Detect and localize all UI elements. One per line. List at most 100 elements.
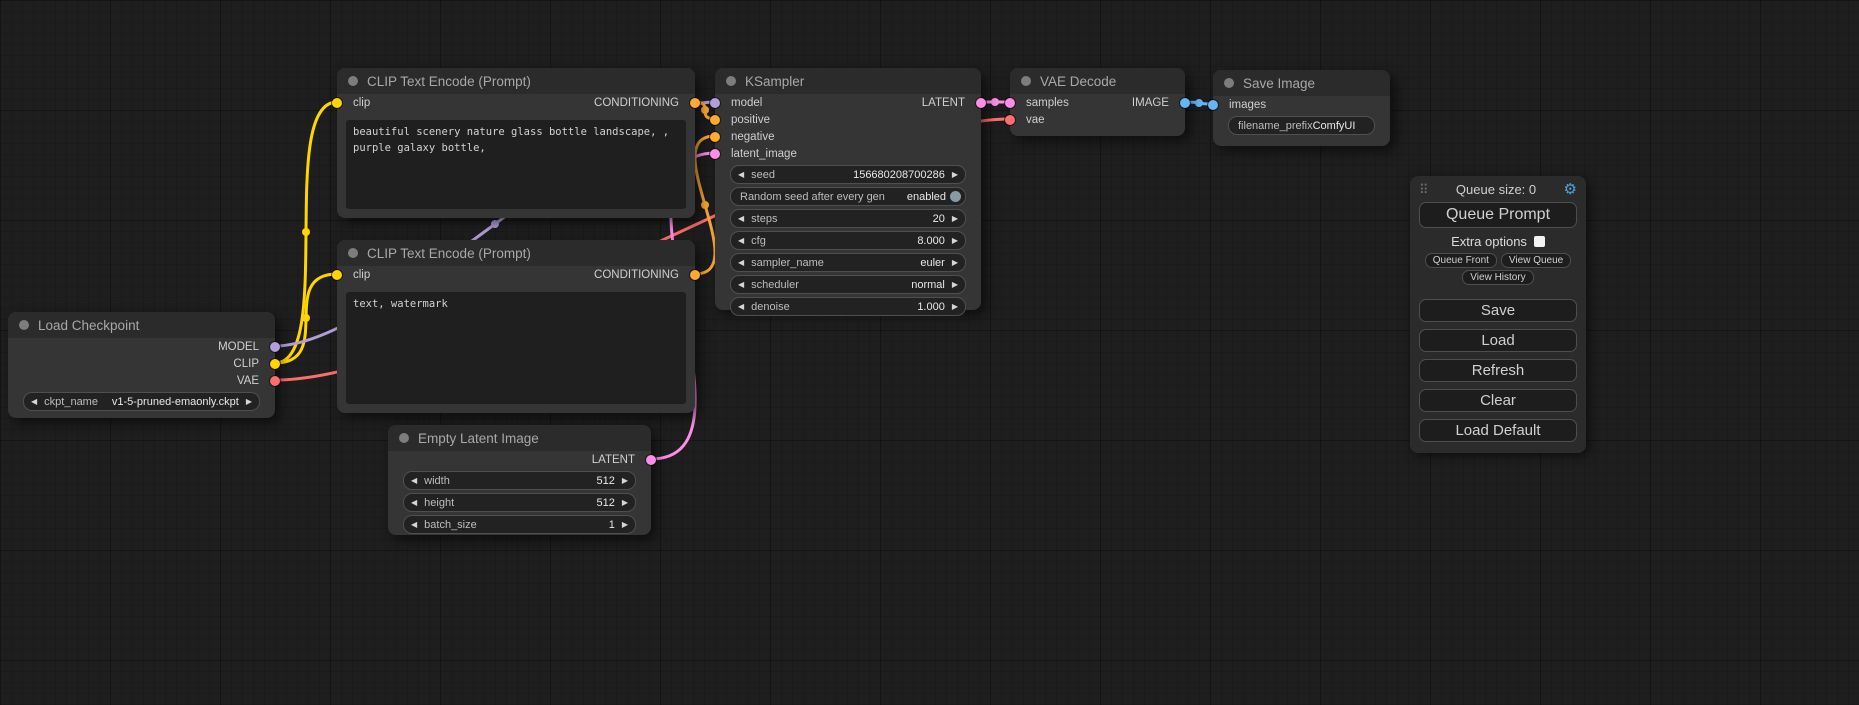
node-collapse-dot[interactable]: [348, 76, 358, 86]
node-title-bar[interactable]: VAE Decode: [1010, 68, 1185, 94]
prompt-textarea[interactable]: beautiful scenery nature glass bottle la…: [346, 120, 686, 209]
node-collapse-dot[interactable]: [19, 320, 29, 330]
node-empty-latent-image[interactable]: Empty Latent Image LATENT ◀ width 512 ▶ …: [388, 425, 651, 535]
increment-arrow-icon[interactable]: ▶: [246, 398, 252, 406]
node-title-bar[interactable]: CLIP Text Encode (Prompt): [337, 68, 695, 94]
clear-button[interactable]: Clear: [1419, 389, 1577, 412]
widget-name: filename_prefix: [1238, 120, 1313, 132]
decrement-arrow-icon[interactable]: ◀: [738, 215, 744, 223]
input-port-clip[interactable]: [332, 270, 342, 280]
extra-options-checkbox[interactable]: [1534, 236, 1545, 247]
widget-scheduler[interactable]: ◀ scheduler normal ▶: [730, 275, 966, 294]
widget-ckpt-name[interactable]: ◀ ckpt_name v1-5-pruned-emaonly.ckpt ▶: [23, 392, 260, 411]
view-queue-button[interactable]: View Queue: [1501, 253, 1571, 268]
load-button[interactable]: Load: [1419, 329, 1577, 352]
output-port-latent[interactable]: [976, 98, 986, 108]
widget-random-seed-toggle[interactable]: Random seed after every gen enabled: [730, 187, 966, 206]
decrement-arrow-icon[interactable]: ◀: [411, 499, 417, 507]
output-port-clip[interactable]: [270, 359, 280, 369]
widget-width[interactable]: ◀ width 512 ▶: [403, 471, 636, 490]
widget-denoise[interactable]: ◀ denoise 1.000 ▶: [730, 297, 966, 316]
increment-arrow-icon[interactable]: ▶: [952, 303, 958, 311]
output-label-conditioning: CONDITIONING: [594, 269, 679, 281]
node-collapse-dot[interactable]: [726, 76, 736, 86]
output-port-image[interactable]: [1180, 98, 1190, 108]
refresh-button[interactable]: Refresh: [1419, 359, 1577, 382]
widget-batch-size[interactable]: ◀ batch_size 1 ▶: [403, 515, 636, 534]
widget-sampler-name[interactable]: ◀ sampler_name euler ▶: [730, 253, 966, 272]
output-row: MODEL: [8, 338, 275, 355]
increment-arrow-icon[interactable]: ▶: [952, 281, 958, 289]
extra-options-label: Extra options: [1451, 234, 1527, 249]
input-port-model[interactable]: [710, 98, 720, 108]
output-port-conditioning[interactable]: [690, 270, 700, 280]
save-button[interactable]: Save: [1419, 299, 1577, 322]
node-clip-text-encode-positive[interactable]: CLIP Text Encode (Prompt) clip CONDITION…: [337, 68, 695, 218]
node-clip-text-encode-negative[interactable]: CLIP Text Encode (Prompt) clip CONDITION…: [337, 240, 695, 413]
decrement-arrow-icon[interactable]: ◀: [738, 303, 744, 311]
decrement-arrow-icon[interactable]: ◀: [738, 281, 744, 289]
widget-filename-prefix[interactable]: filename_prefix ComfyUI: [1228, 116, 1375, 135]
widget-steps[interactable]: ◀ steps 20 ▶: [730, 209, 966, 228]
input-port-negative[interactable]: [710, 132, 720, 142]
node-title-bar[interactable]: CLIP Text Encode (Prompt): [337, 240, 695, 266]
node-title-bar[interactable]: Load Checkpoint: [8, 312, 275, 338]
node-collapse-dot[interactable]: [1021, 76, 1031, 86]
widget-value: 1.000: [917, 301, 945, 313]
node-title-bar[interactable]: KSampler: [715, 68, 981, 94]
increment-arrow-icon[interactable]: ▶: [952, 171, 958, 179]
widget-name: sampler_name: [751, 257, 824, 269]
decrement-arrow-icon[interactable]: ◀: [738, 259, 744, 267]
input-port-clip[interactable]: [332, 98, 342, 108]
increment-arrow-icon[interactable]: ▶: [952, 237, 958, 245]
slot-row: latent_image: [715, 145, 981, 162]
input-port-samples[interactable]: [1005, 98, 1015, 108]
input-port-vae[interactable]: [1005, 115, 1015, 125]
queue-prompt-button[interactable]: Queue Prompt: [1419, 202, 1577, 228]
queue-front-button[interactable]: Queue Front: [1425, 253, 1497, 268]
widget-seed[interactable]: ◀ seed 156680208700286 ▶: [730, 165, 966, 184]
node-ksampler[interactable]: KSampler model LATENT positive negative …: [715, 68, 981, 310]
decrement-arrow-icon[interactable]: ◀: [411, 521, 417, 529]
widget-cfg[interactable]: ◀ cfg 8.000 ▶: [730, 231, 966, 250]
widget-value: normal: [911, 279, 945, 291]
increment-arrow-icon[interactable]: ▶: [952, 259, 958, 267]
node-load-checkpoint[interactable]: Load Checkpoint MODEL CLIP VAE ◀ ckpt_na…: [8, 312, 275, 418]
input-port-latent-image[interactable]: [710, 149, 720, 159]
prompt-textarea[interactable]: text, watermark: [346, 292, 686, 404]
toggle-dot-icon[interactable]: [950, 191, 961, 202]
load-default-button[interactable]: Load Default: [1419, 419, 1577, 442]
decrement-arrow-icon[interactable]: ◀: [411, 477, 417, 485]
view-history-button[interactable]: View History: [1462, 270, 1533, 285]
node-collapse-dot[interactable]: [1224, 78, 1234, 88]
settings-gear-icon[interactable]: ⚙: [1564, 182, 1577, 197]
increment-arrow-icon[interactable]: ▶: [622, 477, 628, 485]
decrement-arrow-icon[interactable]: ◀: [738, 237, 744, 245]
increment-arrow-icon[interactable]: ▶: [622, 499, 628, 507]
extra-options-row: Extra options: [1419, 234, 1577, 249]
input-port-positive[interactable]: [710, 115, 720, 125]
widget-name: height: [424, 497, 454, 509]
decrement-arrow-icon[interactable]: ◀: [738, 171, 744, 179]
node-collapse-dot[interactable]: [348, 248, 358, 258]
queue-buttons-row: Queue Front View Queue: [1419, 253, 1577, 268]
widget-value: 512: [596, 475, 614, 487]
decrement-arrow-icon[interactable]: ◀: [31, 398, 37, 406]
output-port-conditioning[interactable]: [690, 98, 700, 108]
output-port-latent[interactable]: [646, 455, 656, 465]
output-port-vae[interactable]: [270, 376, 280, 386]
widget-value: 20: [933, 213, 945, 225]
node-save-image[interactable]: Save Image images filename_prefix ComfyU…: [1213, 70, 1390, 146]
increment-arrow-icon[interactable]: ▶: [622, 521, 628, 529]
widget-value: 1: [609, 519, 615, 531]
node-title-bar[interactable]: Empty Latent Image: [388, 425, 651, 451]
node-collapse-dot[interactable]: [399, 433, 409, 443]
input-port-images[interactable]: [1208, 100, 1218, 110]
node-title-bar[interactable]: Save Image: [1213, 70, 1390, 96]
increment-arrow-icon[interactable]: ▶: [952, 215, 958, 223]
widget-height[interactable]: ◀ height 512 ▶: [403, 493, 636, 512]
node-vae-decode[interactable]: VAE Decode samples IMAGE vae: [1010, 68, 1185, 136]
drag-handle-icon[interactable]: ⠿: [1419, 182, 1429, 198]
output-label-vae: VAE: [237, 375, 259, 387]
output-port-model[interactable]: [270, 342, 280, 352]
